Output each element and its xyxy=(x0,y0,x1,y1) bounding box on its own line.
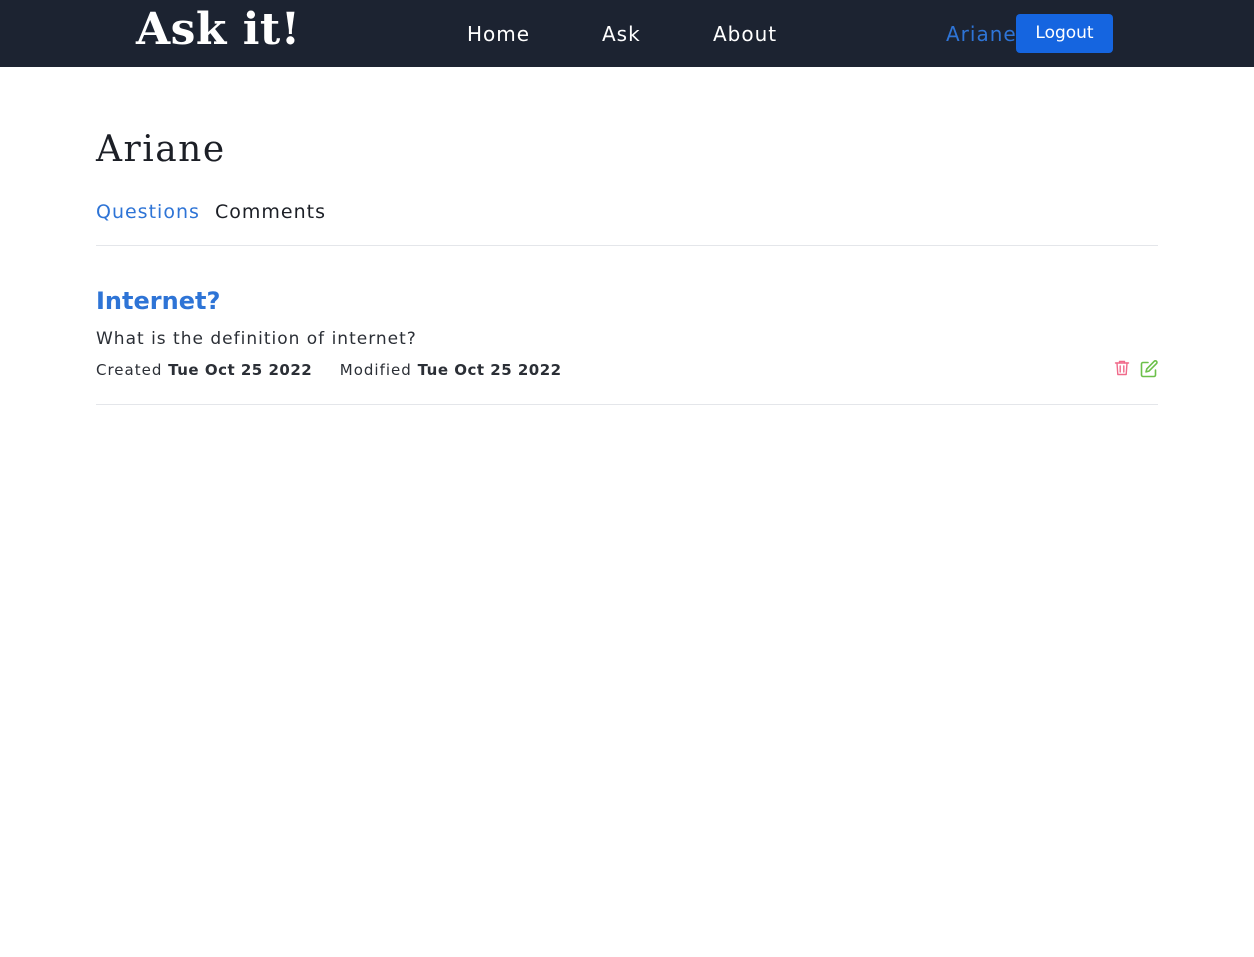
edit-icon[interactable] xyxy=(1139,359,1159,379)
navbar: Ask it! Home Ask About Ariane Logout xyxy=(0,0,1254,67)
brand-logo[interactable]: Ask it! xyxy=(136,2,301,58)
created-label: Created xyxy=(96,361,163,379)
tabs-divider xyxy=(96,245,1158,246)
nav-link-about[interactable]: About xyxy=(713,20,777,48)
page-title: Ariane xyxy=(96,129,226,170)
logout-button[interactable]: Logout xyxy=(1016,14,1113,53)
modified-label: Modified xyxy=(339,361,412,379)
nav-link-ask[interactable]: Ask xyxy=(602,20,641,48)
created-date: Tue Oct 25 2022 xyxy=(168,361,313,379)
question-title-link[interactable]: Internet? xyxy=(96,284,220,318)
tab-questions[interactable]: Questions xyxy=(96,198,200,226)
modified-date: Tue Oct 25 2022 xyxy=(417,361,562,379)
trash-icon[interactable] xyxy=(1113,359,1133,379)
nav-link-home[interactable]: Home xyxy=(467,20,530,48)
question-body: What is the definition of internet? xyxy=(96,329,417,349)
question-divider xyxy=(96,404,1158,405)
question-meta: Created Tue Oct 25 2022 Modified Tue Oct… xyxy=(96,358,562,382)
tab-comments[interactable]: Comments xyxy=(215,198,326,226)
nav-user-link[interactable]: Ariane xyxy=(946,20,1017,48)
